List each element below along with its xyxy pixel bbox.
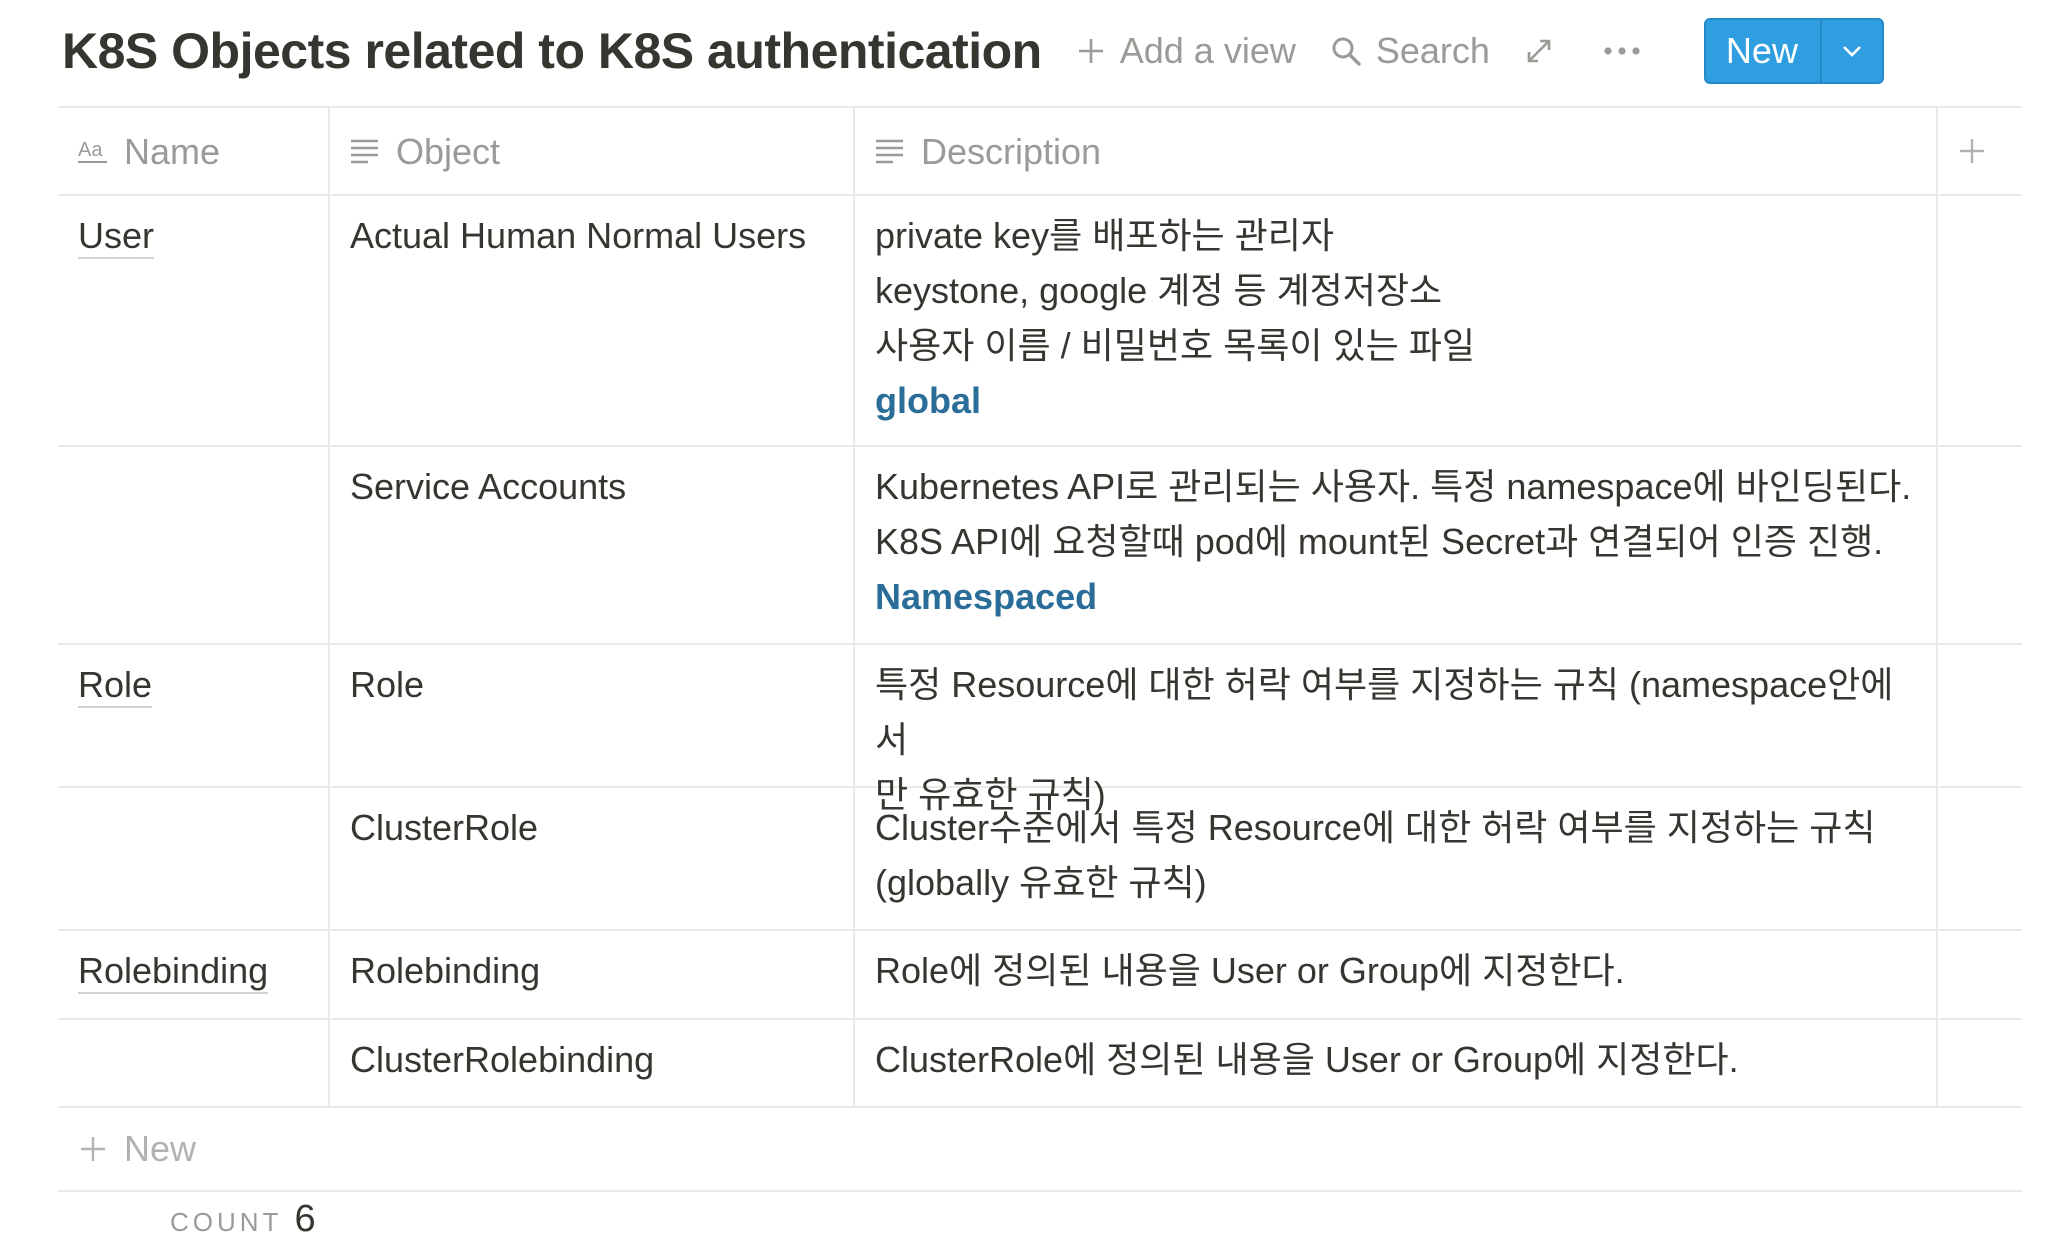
description-line: Cluster수준에서 특정 Resource에 대한 허락 여부를 지정하는 … [875, 807, 1876, 848]
column-header-description[interactable]: Description [855, 108, 1938, 194]
name-cell[interactable] [58, 447, 330, 643]
description-line: private key를 배포하는 관리자 [875, 215, 1335, 256]
add-row-button[interactable]: New [58, 1108, 2022, 1192]
empty-cell [1938, 788, 2022, 929]
open-full-page-button[interactable] [1524, 36, 1568, 66]
search-label: Search [1375, 30, 1490, 71]
object-text: Role [350, 664, 425, 705]
table-row[interactable]: Rolebinding Rolebinding Role에 정의된 내용을 Us… [58, 931, 2022, 1020]
object-cell[interactable]: Rolebinding [330, 931, 855, 1018]
column-header-object[interactable]: Object [330, 108, 855, 194]
name-cell[interactable] [58, 1020, 330, 1106]
more-horizontal-icon [1604, 47, 1640, 55]
column-header-name-label: Name [124, 130, 221, 172]
object-cell[interactable]: Role [330, 645, 855, 786]
count-value: 6 [294, 1198, 316, 1240]
table-row[interactable]: Role Role 특정 Resource에 대한 허락 여부를 지정하는 규칙… [58, 645, 2022, 815]
new-button-group: New [1703, 18, 1884, 84]
chevron-down-icon [1843, 46, 1861, 57]
description-cell[interactable]: Kubernetes API로 관리되는 사용자. 특정 namespace에 … [855, 447, 1938, 643]
more-options-button[interactable] [1602, 45, 1656, 57]
add-property-button[interactable] [1938, 108, 2022, 194]
add-view-label: Add a view [1119, 30, 1296, 71]
empty-cell [1938, 931, 2022, 1018]
object-cell[interactable]: Service Accounts [330, 447, 855, 643]
table-row[interactable]: ClusterRolebinding ClusterRole에 정의된 내용을 … [58, 1020, 2022, 1108]
scope-tag: Namespaced [875, 576, 1098, 617]
empty-cell [1938, 196, 2022, 445]
database-table: Aa Name Object Description User Actual H… [58, 106, 2022, 1192]
description-line: 특정 Resource에 대한 허락 여부를 지정하는 규칙 (namespac… [875, 664, 1894, 760]
description-line: 사용자 이름 / 비밀번호 목록이 있는 파일 [875, 325, 1475, 366]
table-row[interactable]: ClusterRole Cluster수준에서 특정 Resource에 대한 … [58, 788, 2022, 931]
description-line: keystone, google 계정 등 계정저장소 [875, 270, 1443, 311]
column-header-object-label: Object [396, 130, 501, 172]
text-property-icon [876, 139, 903, 164]
database-header: K8S Objects related to K8S authenticatio… [62, 18, 1986, 84]
object-text: Rolebinding [350, 950, 541, 991]
new-dropdown-button[interactable] [1819, 20, 1882, 82]
add-row-label: New [124, 1128, 197, 1169]
object-cell[interactable]: ClusterRolebinding [330, 1020, 855, 1106]
title-property-icon: Aa [78, 139, 107, 163]
object-text: Service Accounts [350, 466, 627, 507]
search-icon [1332, 37, 1361, 66]
name-cell[interactable]: Role [58, 645, 330, 786]
row-title-link[interactable]: User [78, 215, 155, 259]
description-line: (globally 유효한 규칙) [875, 862, 1207, 903]
object-text: ClusterRolebinding [350, 1039, 655, 1080]
text-property-icon [351, 139, 378, 164]
empty-cell [1938, 1020, 2022, 1106]
add-view-button[interactable]: Add a view [1076, 30, 1296, 72]
description-line: Kubernetes API로 관리되는 사용자. 특정 namespace에 … [875, 466, 1912, 507]
count-label: COUNT [170, 1207, 283, 1237]
expand-icon [1527, 39, 1551, 63]
description-cell[interactable]: ClusterRole에 정의된 내용을 User or Group에 지정한다… [855, 1020, 1938, 1106]
description-line: ClusterRole에 정의된 내용을 User or Group에 지정한다… [875, 1039, 1739, 1080]
new-button[interactable]: New [1706, 20, 1820, 82]
object-text: ClusterRole [350, 807, 539, 848]
name-cell[interactable]: Rolebinding [58, 931, 330, 1018]
column-header-description-label: Description [921, 130, 1102, 172]
scope-tag: global [875, 380, 981, 421]
row-title-link[interactable]: Role [78, 664, 153, 708]
empty-cell [1938, 645, 2022, 786]
plus-icon [81, 1137, 105, 1161]
title-property-glyph: Aa [78, 139, 103, 161]
description-cell[interactable]: 특정 Resource에 대한 허락 여부를 지정하는 규칙 (namespac… [855, 645, 1938, 815]
name-cell[interactable] [58, 788, 330, 929]
description-cell[interactable]: Cluster수준에서 특정 Resource에 대한 허락 여부를 지정하는 … [855, 788, 1938, 929]
page-title[interactable]: K8S Objects related to K8S authenticatio… [62, 22, 1042, 80]
search-button[interactable]: Search [1330, 30, 1490, 72]
row-count[interactable]: COUNT 6 [170, 1198, 316, 1241]
table-row[interactable]: User Actual Human Normal Users private k… [58, 196, 2022, 447]
column-header-name[interactable]: Aa Name [58, 108, 330, 194]
row-title-link[interactable]: Rolebinding [78, 950, 269, 994]
object-cell[interactable]: ClusterRole [330, 788, 855, 929]
table-row[interactable]: Service Accounts Kubernetes API로 관리되는 사용… [58, 447, 2022, 645]
plus-icon [1960, 139, 1984, 163]
description-line: K8S API에 요청할때 pod에 mount된 Secret과 연결되어 인… [875, 521, 1884, 562]
object-text: Actual Human Normal Users [350, 215, 807, 256]
table-header-row: Aa Name Object Description [58, 106, 2022, 196]
description-cell[interactable]: Role에 정의된 내용을 User or Group에 지정한다. [855, 931, 1938, 1018]
plus-icon [1078, 39, 1103, 63]
name-cell[interactable]: User [58, 196, 330, 445]
description-line: Role에 정의된 내용을 User or Group에 지정한다. [875, 950, 1625, 991]
empty-cell [1938, 447, 2022, 643]
description-cell[interactable]: private key를 배포하는 관리자 keystone, google 계… [855, 196, 1938, 445]
object-cell[interactable]: Actual Human Normal Users [330, 196, 855, 445]
